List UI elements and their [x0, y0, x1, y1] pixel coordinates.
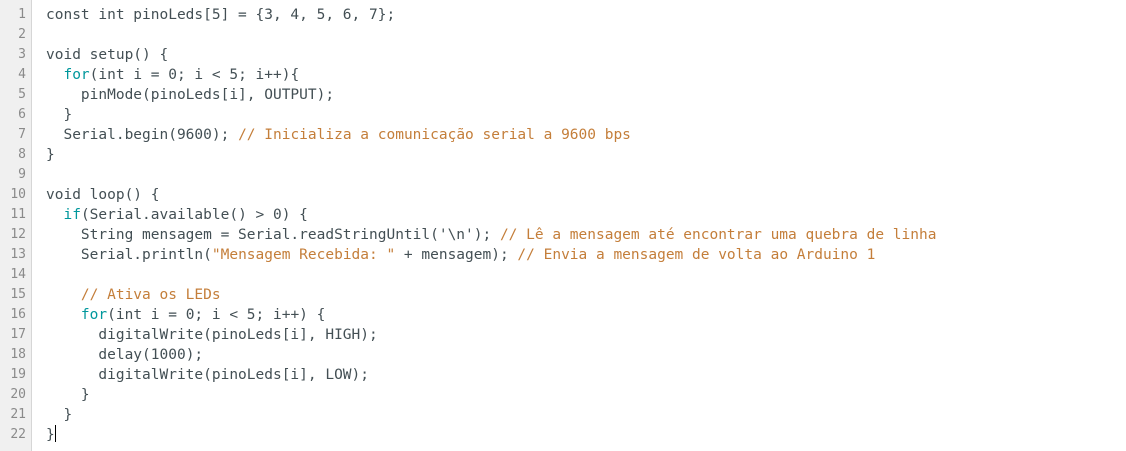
- code-line[interactable]: }: [46, 385, 1126, 405]
- code-line[interactable]: String mensagem = Serial.readStringUntil…: [46, 225, 1126, 245]
- line-number: 20: [10, 387, 26, 402]
- code-line[interactable]: void loop() {: [46, 185, 1126, 205]
- code-token: 1000: [150, 347, 186, 363]
- code-line[interactable]: }: [46, 145, 1126, 165]
- line-number: 12: [10, 227, 26, 242]
- code-comment: // Lê a mensagem até encontrar uma quebr…: [499, 227, 937, 243]
- code-line[interactable]: }: [46, 105, 1126, 125]
- code-line[interactable]: digitalWrite(pinoLeds[i], HIGH);: [46, 325, 1126, 345]
- code-editor[interactable]: 1 2 3 4 5 6 7 8 9 10 11 12 13 14 15 16 17 18 19 20 21 22 cons…: [0, 0, 1126, 451]
- line-number: 2: [18, 27, 26, 42]
- code-keyword: if: [63, 207, 81, 223]
- code-comment: "Mensagem Recebida: ": [211, 247, 396, 263]
- line-number: 7: [18, 127, 26, 142]
- code-line[interactable]: }: [46, 425, 1126, 445]
- code-token: + mensagem);: [395, 247, 518, 263]
- code-token: const int pinoLeds[5] = {3, 4, 5, 6, 7};: [46, 7, 396, 23]
- code-token: String mensagem = Serial.readStringUntil…: [46, 227, 500, 243]
- line-number: 17: [10, 327, 26, 342]
- line-number: 8: [18, 147, 26, 162]
- code-line[interactable]: Serial.println("Mensagem Recebida: " + m…: [46, 245, 1126, 265]
- line-number: 11: [10, 207, 26, 222]
- line-number: 9: [18, 167, 26, 182]
- code-token: void setup() {: [46, 47, 169, 63]
- code-token: Serial.println(: [46, 247, 212, 263]
- code-keyword: for: [63, 67, 90, 83]
- line-number-gutter: 1 2 3 4 5 6 7 8 9 10 11 12 13 14 15 16 17 18 19 20 21 22: [0, 0, 32, 451]
- code-token: }: [46, 387, 90, 403]
- line-number: 3: [18, 47, 26, 62]
- code-line[interactable]: pinMode(pinoLeds[i], OUTPUT);: [46, 85, 1126, 105]
- line-number: 19: [10, 367, 26, 382]
- code-line[interactable]: delay(1000);: [46, 345, 1126, 365]
- code-line[interactable]: digitalWrite(pinoLeds[i], LOW);: [46, 365, 1126, 385]
- code-token: Serial.begin(: [46, 127, 177, 143]
- code-line[interactable]: for(int i = 0; i < 5; i++) {: [46, 305, 1126, 325]
- code-keyword: for: [80, 307, 108, 323]
- code-area[interactable]: const int pinoLeds[5] = {3, 4, 5, 6, 7};…: [32, 0, 1126, 451]
- line-number: 22: [10, 427, 26, 442]
- line-number: 21: [10, 407, 26, 422]
- code-line[interactable]: const int pinoLeds[5] = {3, 4, 5, 6, 7};: [46, 5, 1126, 25]
- line-number: 14: [10, 267, 26, 282]
- line-number: 1: [18, 7, 26, 22]
- code-token: (int i = 0; i < 5; i++){: [89, 67, 300, 83]
- code-line[interactable]: [46, 265, 1126, 285]
- code-line[interactable]: // Ativa os LEDs: [46, 285, 1126, 305]
- code-comment: // Ativa os LEDs: [80, 287, 221, 303]
- code-token: digitalWrite(pinoLeds[i], HIGH);: [46, 327, 378, 343]
- line-number: 4: [18, 67, 26, 82]
- line-number: 5: [18, 87, 26, 102]
- code-line[interactable]: void setup() {: [46, 45, 1126, 65]
- code-token: }: [46, 427, 55, 443]
- code-comment: // Envia a mensagem de volta ao Arduino …: [517, 247, 876, 263]
- code-token: void loop() {: [46, 187, 160, 203]
- code-token: digitalWrite(pinoLeds[i], LOW);: [46, 367, 370, 383]
- line-number: 13: [10, 247, 26, 262]
- code-token: (int i = 0; i < 5; i++) {: [107, 307, 326, 323]
- text-cursor: [54, 425, 56, 442]
- code-line[interactable]: Serial.begin(9600); // Inicializa a comu…: [46, 125, 1126, 145]
- code-token: );: [185, 347, 204, 363]
- code-token: }: [46, 147, 55, 163]
- code-token: delay(: [46, 347, 151, 363]
- code-token: }: [46, 107, 73, 123]
- code-line[interactable]: [46, 165, 1126, 185]
- code-line[interactable]: for(int i = 0; i < 5; i++){: [46, 65, 1126, 85]
- line-number: 15: [10, 287, 26, 302]
- line-number: 6: [18, 107, 26, 122]
- code-token: pinMode(pinoLeds[i], OUTPUT);: [46, 87, 335, 103]
- code-token: }: [46, 407, 73, 423]
- code-token: );: [211, 127, 239, 143]
- line-number: 16: [10, 307, 26, 322]
- code-line[interactable]: if(Serial.available() > 0) {: [46, 205, 1126, 225]
- line-number: 10: [10, 187, 26, 202]
- code-line[interactable]: }: [46, 405, 1126, 425]
- code-line[interactable]: [46, 25, 1126, 45]
- code-token: 9600: [176, 127, 212, 143]
- code-token: (Serial.available() > 0) {: [80, 207, 308, 223]
- code-comment: // Inicializa a comunicação serial a 960…: [238, 127, 631, 143]
- line-number: 18: [10, 347, 26, 362]
